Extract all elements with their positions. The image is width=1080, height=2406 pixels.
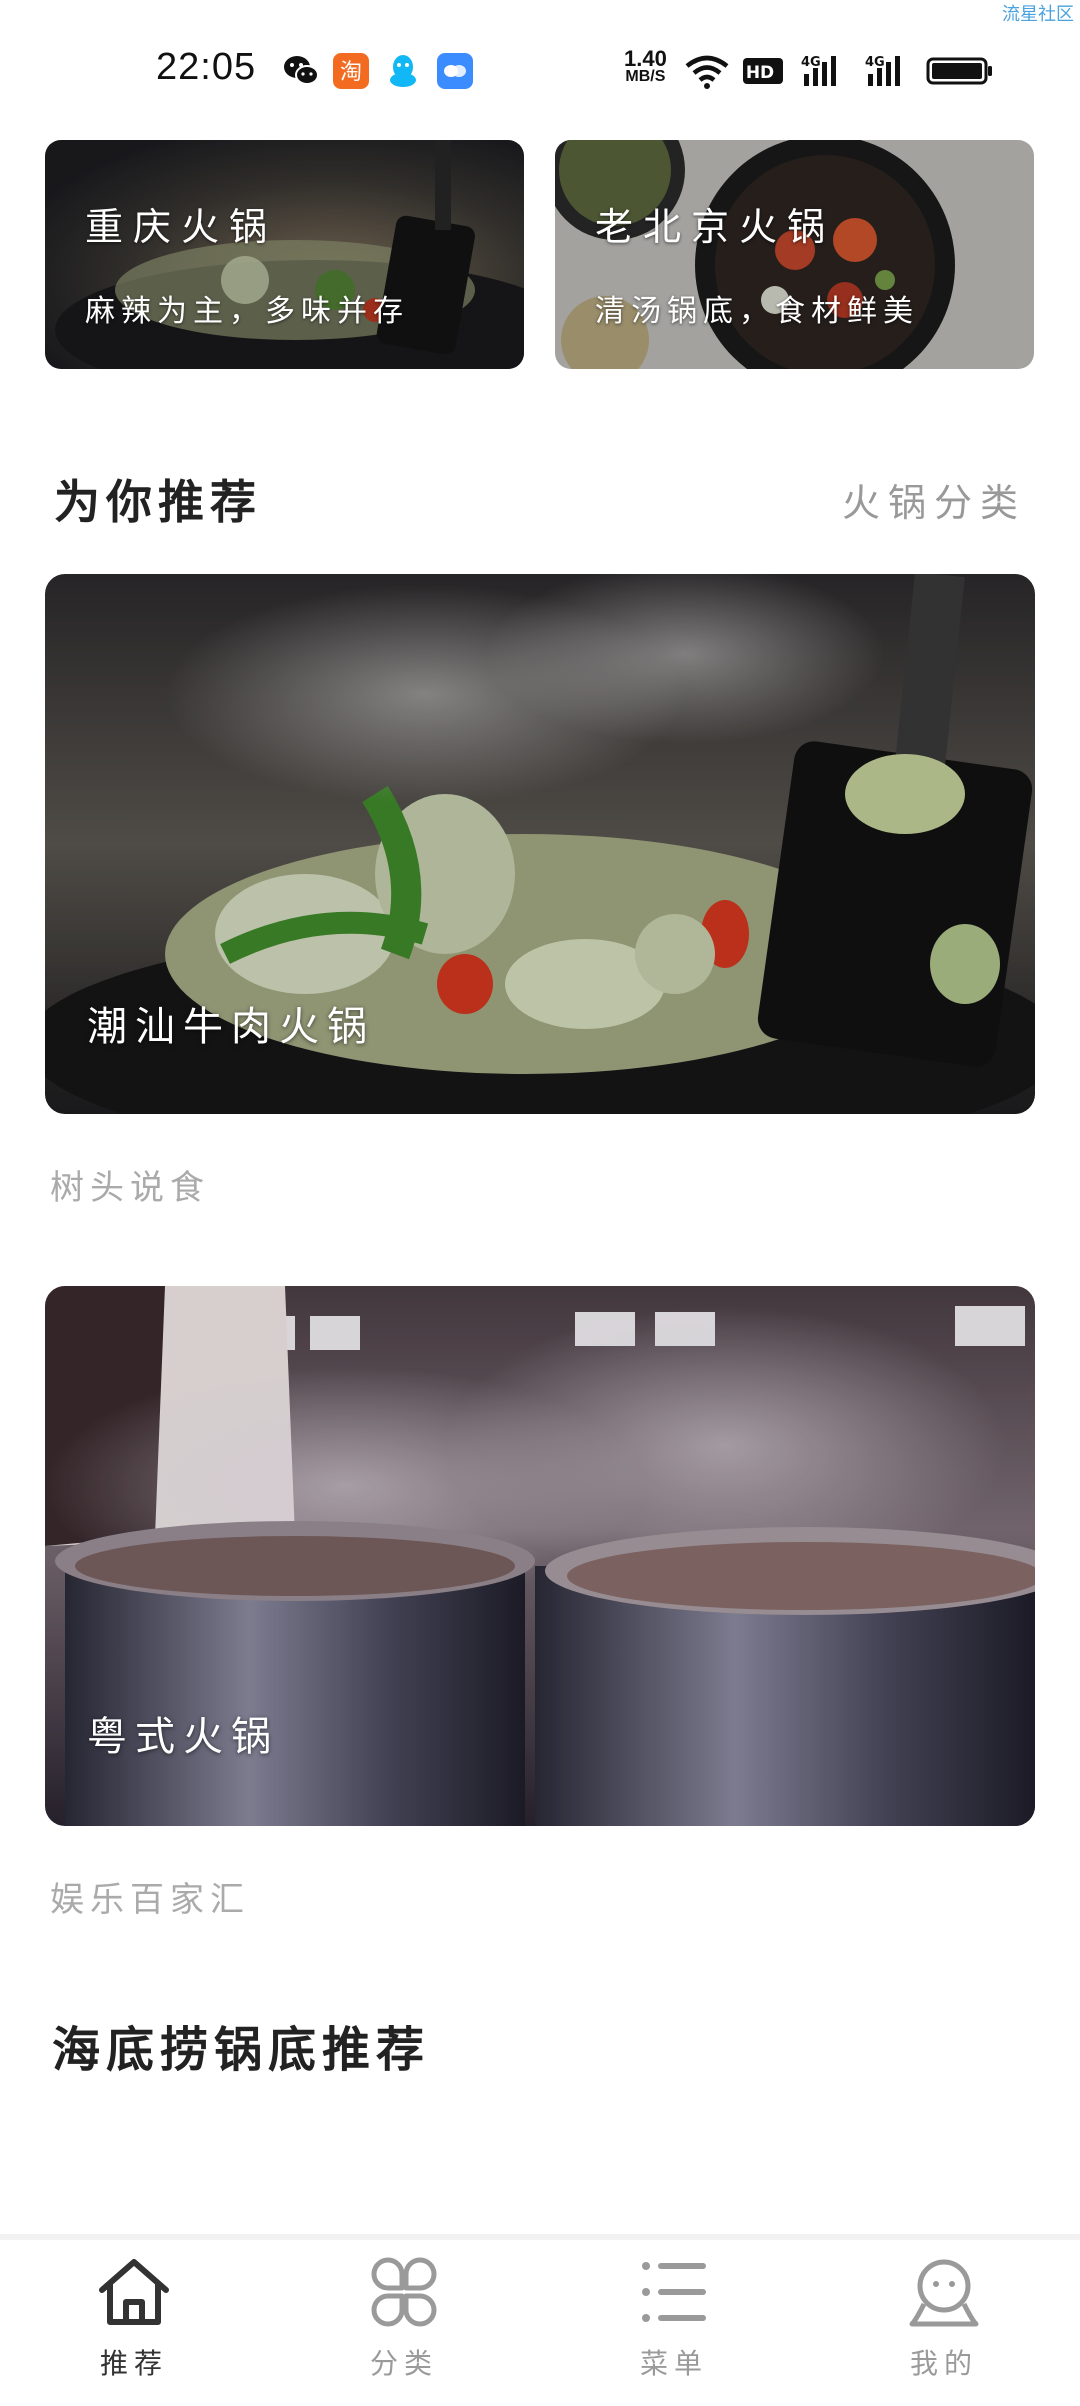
top-card-title: 老北京火锅 bbox=[595, 205, 836, 249]
nav-item-mine[interactable]: 我的 bbox=[874, 2256, 1014, 2396]
recommend-card[interactable]: 潮汕牛肉火锅 bbox=[45, 574, 1035, 1114]
old-beijing-hotpot-photo bbox=[555, 140, 1034, 369]
section-title-haidilao: 海底捞锅底推荐 bbox=[52, 2022, 431, 2078]
profile-icon bbox=[909, 2259, 979, 2327]
category-icon bbox=[371, 2257, 437, 2327]
nav-label: 菜单 bbox=[639, 2347, 708, 2380]
net-speed-value: 1.40 bbox=[624, 46, 667, 71]
wifi-icon bbox=[685, 55, 729, 89]
menu-list-icon bbox=[642, 2262, 706, 2322]
recommend-card[interactable]: 粤式火锅 bbox=[45, 1286, 1035, 1826]
bottom-nav: 推荐 分类 菜单 我的 bbox=[0, 2234, 1080, 2406]
chongqing-hotpot-photo bbox=[45, 140, 524, 369]
taobao-icon: 淘 bbox=[333, 53, 369, 89]
battery-icon bbox=[926, 57, 992, 85]
nav-label: 推荐 bbox=[99, 2347, 168, 2380]
net-speed: 1.40 MB/S bbox=[624, 46, 667, 86]
recommend-card-label: 粤式火锅 bbox=[87, 1714, 279, 1760]
home-icon bbox=[99, 2259, 169, 2325]
status-time: 22:05 bbox=[156, 46, 257, 88]
recommend-source: 娱乐百家汇 bbox=[50, 1880, 250, 1920]
nav-item-category[interactable]: 分类 bbox=[334, 2256, 474, 2396]
chat-icon bbox=[437, 53, 473, 89]
signal2-label: 4G bbox=[865, 55, 885, 70]
signal-4g-icon-2: 4G bbox=[865, 55, 900, 86]
taobao-char: 淘 bbox=[340, 60, 362, 85]
signal1-label: 4G bbox=[801, 55, 821, 70]
nav-label: 我的 bbox=[909, 2347, 978, 2380]
recommend-card-label: 潮汕牛肉火锅 bbox=[87, 1004, 375, 1050]
hd-label: HD bbox=[746, 63, 774, 83]
section-title-recommend: 为你推荐 bbox=[54, 475, 262, 529]
status-bar: 22:05 淘 1.40 MB/S HD 4G 4G bbox=[0, 0, 1080, 140]
top-card-subtitle: 清汤锅底，食材鲜美 bbox=[595, 294, 919, 329]
top-card-title: 重庆火锅 bbox=[85, 205, 278, 249]
nav-label: 分类 bbox=[369, 2347, 438, 2380]
qq-icon bbox=[390, 55, 416, 87]
hd-icon: HD bbox=[743, 58, 783, 84]
signal-4g-icon: 4G bbox=[801, 55, 836, 86]
wechat-icon bbox=[284, 56, 319, 85]
nav-item-menu[interactable]: 菜单 bbox=[604, 2256, 744, 2396]
net-speed-unit: MB/S bbox=[625, 68, 666, 85]
recommend-source: 树头说食 bbox=[50, 1168, 210, 1208]
hotpot-category-link[interactable]: 火锅分类 bbox=[842, 472, 1026, 527]
nav-item-recommend[interactable]: 推荐 bbox=[64, 2256, 204, 2396]
top-card-chongqing[interactable]: 重庆火锅 麻辣为主，多味并存 bbox=[45, 140, 524, 369]
top-card-old-beijing[interactable]: 老北京火锅 清汤锅底，食材鲜美 bbox=[555, 140, 1034, 369]
top-card-subtitle: 麻辣为主，多味并存 bbox=[85, 294, 409, 329]
